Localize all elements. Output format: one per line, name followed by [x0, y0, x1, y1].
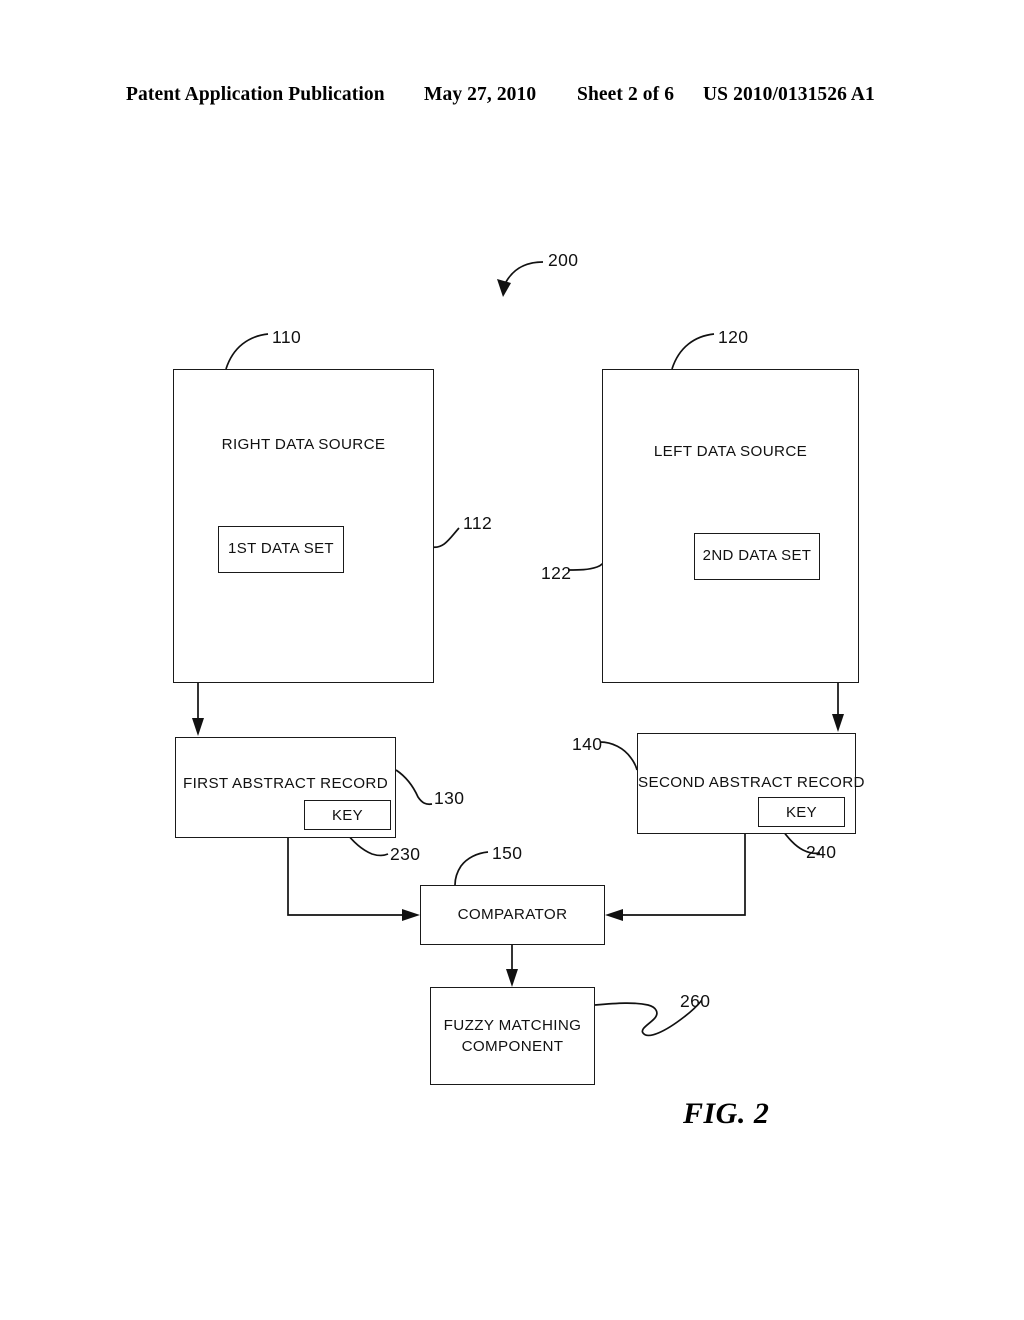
flow-second-record-arrowhead [832, 714, 844, 732]
leader-150 [454, 851, 489, 886]
flow-fuzzy-arrowhead [506, 969, 518, 987]
reference-numeral-110: 110 [272, 327, 302, 347]
leader-110 [225, 333, 269, 370]
flow-second-record-to-comparator [611, 834, 746, 916]
block-first-data-set: 1ST DATA SET [218, 526, 344, 573]
reference-numeral-260: 260 [680, 991, 711, 1011]
flow-comparator-right-arrowhead [605, 909, 623, 921]
reference-numeral-200: 200 [548, 250, 579, 270]
block-first-key: KEY [304, 800, 391, 830]
fuzzy-label-line-2: COMPONENT [461, 1037, 564, 1055]
block-second-abstract-record-label: SECOND ABSTRACT RECORD [638, 774, 865, 791]
reference-numeral-120: 120 [718, 327, 749, 347]
block-second-data-set: 2ND DATA SET [694, 533, 820, 580]
block-left-data-source: LEFT DATA SOURCE [602, 369, 859, 683]
reference-numeral-230: 230 [390, 844, 421, 864]
fuzzy-label-line-1: FUZZY MATCHING [443, 1017, 582, 1034]
block-first-data-set-label: 1ST DATA SET [228, 540, 334, 557]
leader-120 [671, 333, 715, 370]
reference-numeral-140: 140 [572, 734, 603, 754]
flow-comparator-left-arrowhead [402, 909, 420, 921]
leader-200-arrowhead [497, 279, 511, 297]
block-fuzzy-matching-component: FUZZY MATCHING COMPONENT [430, 987, 595, 1085]
block-first-key-label: KEY [331, 807, 364, 824]
block-comparator-label: COMPARATOR [457, 906, 568, 923]
block-fuzzy-matching-component-label: FUZZY MATCHING COMPONENT [431, 1016, 594, 1057]
figure-caption: FIG. 2 [683, 1097, 770, 1130]
block-first-abstract-record-label: FIRST ABSTRACT RECORD [182, 775, 389, 792]
reference-numeral-240: 240 [806, 842, 837, 862]
figure-2-diagram: RIGHT DATA SOURCE LEFT DATA SOURCE 1ST D… [0, 0, 1024, 1320]
leader-130 [395, 769, 433, 806]
block-second-data-set-label: 2ND DATA SET [702, 547, 812, 564]
block-second-key-label: KEY [785, 804, 818, 821]
leader-140 [599, 741, 638, 771]
block-second-key: KEY [758, 797, 845, 827]
reference-numeral-150: 150 [492, 843, 523, 863]
block-left-data-source-label: LEFT DATA SOURCE [653, 443, 808, 460]
diagram-connectors [192, 261, 844, 1037]
reference-numeral-130: 130 [434, 788, 465, 808]
reference-numeral-112: 112 [463, 513, 493, 533]
flow-first-record-arrowhead [192, 718, 204, 736]
block-right-data-source-label: RIGHT DATA SOURCE [221, 436, 386, 453]
reference-numeral-122: 122 [541, 563, 572, 583]
block-comparator: COMPARATOR [420, 885, 605, 945]
